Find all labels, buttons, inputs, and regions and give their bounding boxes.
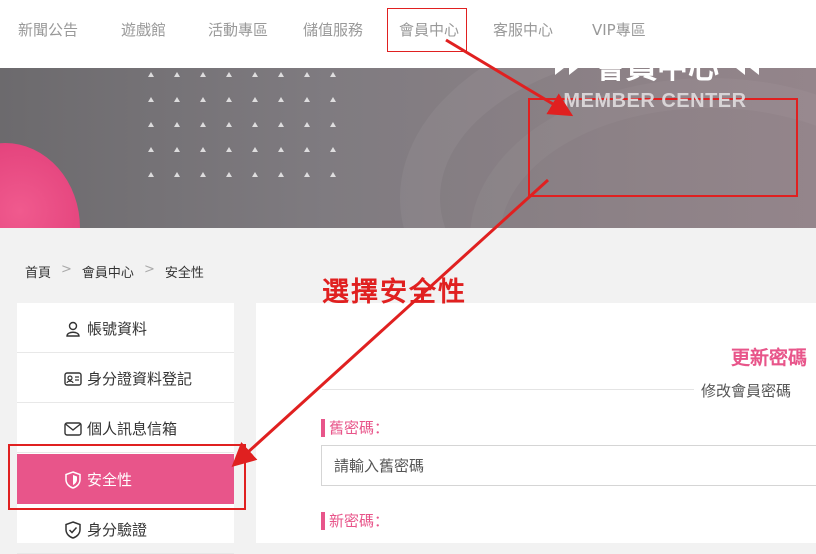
breadcrumb-current: 安全性 bbox=[164, 266, 204, 281]
id-card-icon bbox=[64, 370, 82, 388]
banner-dot bbox=[278, 147, 284, 152]
banner-title: 會員中心 bbox=[542, 44, 772, 86]
old-password-label: 舊密碼： bbox=[321, 417, 389, 438]
nav-item-games[interactable]: 遊戲館 bbox=[121, 19, 166, 40]
banner-dot bbox=[174, 97, 180, 102]
banner-dot bbox=[330, 147, 336, 152]
banner-dot bbox=[200, 97, 206, 102]
banner-dot bbox=[148, 72, 154, 77]
banner-dot bbox=[174, 147, 180, 152]
banner-dot bbox=[174, 122, 180, 127]
banner-dot bbox=[330, 122, 336, 127]
annotation-text: 選擇安全性 bbox=[322, 277, 467, 308]
banner-dot bbox=[304, 72, 310, 77]
sidebar-item-label: 身分驗證 bbox=[87, 521, 148, 539]
banner-dot bbox=[278, 97, 284, 102]
nav-item-topup[interactable]: 儲值服務 bbox=[303, 19, 363, 40]
sidebar-item-label: 身分證資料登記 bbox=[87, 370, 193, 388]
banner-dot bbox=[278, 72, 284, 77]
breadcrumb: 首頁 > 會員中心 > 安全性 bbox=[25, 262, 204, 281]
banner-dot bbox=[252, 122, 258, 127]
banner-dot bbox=[330, 97, 336, 102]
banner-pink-shape bbox=[0, 143, 80, 228]
nav-item-news[interactable]: 新聞公告 bbox=[18, 19, 78, 40]
double-arrow-right-icon bbox=[555, 53, 585, 75]
breadcrumb-separator: > bbox=[143, 262, 155, 277]
sidebar-item-label: 個人訊息信箱 bbox=[87, 420, 178, 438]
banner-dot bbox=[226, 122, 232, 127]
banner-dot bbox=[174, 72, 180, 77]
banner-dot bbox=[252, 172, 258, 177]
banner-dot bbox=[226, 172, 232, 177]
banner-dot bbox=[148, 172, 154, 177]
banner-dot bbox=[330, 72, 336, 77]
sidebar-item-id-registration[interactable]: 身分證資料登記 bbox=[17, 353, 234, 403]
double-arrow-left-icon bbox=[729, 53, 759, 75]
user-icon bbox=[64, 320, 82, 338]
banner-dot bbox=[200, 72, 206, 77]
banner-dot bbox=[226, 72, 232, 77]
banner-dot bbox=[304, 172, 310, 177]
sidebar-item-identity-verification[interactable]: 身分驗證 bbox=[17, 504, 234, 554]
banner-dot bbox=[304, 147, 310, 152]
annotation-highlight-nav bbox=[387, 8, 467, 52]
banner-dot bbox=[200, 172, 206, 177]
banner-dot bbox=[330, 172, 336, 177]
breadcrumb-separator: > bbox=[61, 262, 72, 277]
banner-dot bbox=[226, 97, 232, 102]
banner-dot bbox=[278, 172, 284, 177]
banner-dot bbox=[200, 122, 206, 127]
nav-item-vip[interactable]: VIP專區 bbox=[592, 19, 646, 40]
banner-dot bbox=[252, 147, 258, 152]
banner-dot bbox=[252, 97, 258, 102]
banner-dot bbox=[148, 97, 154, 102]
banner-dot bbox=[148, 147, 154, 152]
banner-dot bbox=[304, 97, 310, 102]
breadcrumb-member-center[interactable]: 會員中心 bbox=[82, 262, 134, 281]
banner-dot bbox=[304, 122, 310, 127]
sidebar-item-account[interactable]: 帳號資料 bbox=[17, 303, 234, 353]
banner-subtitle: MEMBER CENTER bbox=[563, 90, 747, 112]
nav-item-events[interactable]: 活動專區 bbox=[208, 19, 268, 40]
breadcrumb-home[interactable]: 首頁 bbox=[25, 262, 51, 281]
shield-check-icon bbox=[64, 521, 82, 539]
nav-item-support[interactable]: 客服中心 bbox=[493, 19, 553, 40]
banner-dot bbox=[148, 122, 154, 127]
section-title: 更新密碼 bbox=[731, 347, 808, 369]
new-password-label: 新密碼： bbox=[321, 510, 389, 531]
section-divider bbox=[322, 389, 694, 390]
banner-dot bbox=[200, 147, 206, 152]
mail-icon bbox=[64, 420, 82, 438]
banner-title-text: 會員中心 bbox=[595, 49, 719, 86]
old-password-input[interactable] bbox=[321, 445, 816, 486]
banner-dot bbox=[174, 172, 180, 177]
banner-dot bbox=[226, 147, 232, 152]
banner-dot bbox=[278, 122, 284, 127]
sidebar-item-label: 帳號資料 bbox=[87, 320, 148, 338]
annotation-highlight-sidebar bbox=[8, 444, 246, 510]
section-subtitle: 修改會員密碼 bbox=[701, 382, 792, 400]
banner-dot bbox=[252, 72, 258, 77]
